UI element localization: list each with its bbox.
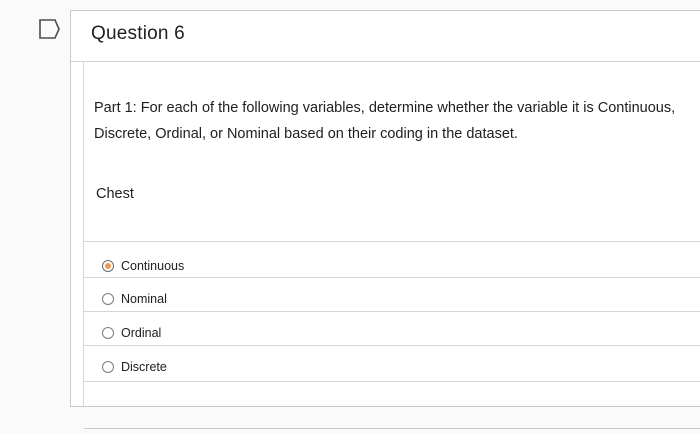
radio-unselected-icon[interactable]	[102, 327, 114, 339]
question-card: Question 6 Part 1: For each of the follo…	[70, 10, 700, 407]
question-title: Question 6	[91, 23, 185, 44]
option-ordinal[interactable]: Ordinal	[102, 322, 161, 344]
option-divider	[84, 277, 700, 278]
option-divider	[84, 345, 700, 346]
variable-name: Chest	[96, 186, 134, 202]
radio-unselected-icon[interactable]	[102, 293, 114, 305]
option-label: Nominal	[121, 292, 167, 306]
option-discrete[interactable]: Discrete	[102, 356, 167, 378]
option-label: Continuous	[121, 259, 185, 273]
option-label: Discrete	[121, 360, 167, 374]
radio-selected-icon[interactable]	[102, 260, 114, 272]
option-continuous[interactable]: Continuous	[102, 255, 184, 277]
option-divider	[84, 241, 700, 242]
bookmark-icon[interactable]	[38, 18, 62, 40]
question-header: Question 6	[71, 11, 700, 62]
option-divider	[84, 311, 700, 312]
radio-unselected-icon[interactable]	[102, 361, 114, 373]
question-body: Part 1: For each of the following variab…	[83, 61, 700, 406]
option-nominal[interactable]: Nominal	[102, 288, 167, 310]
option-divider	[84, 381, 700, 382]
quiz-page: Question 6 Part 1: For each of the follo…	[0, 0, 700, 434]
option-label: Ordinal	[121, 326, 162, 340]
question-prompt: Part 1: For each of the following variab…	[94, 100, 676, 142]
next-question-edge	[84, 428, 700, 434]
